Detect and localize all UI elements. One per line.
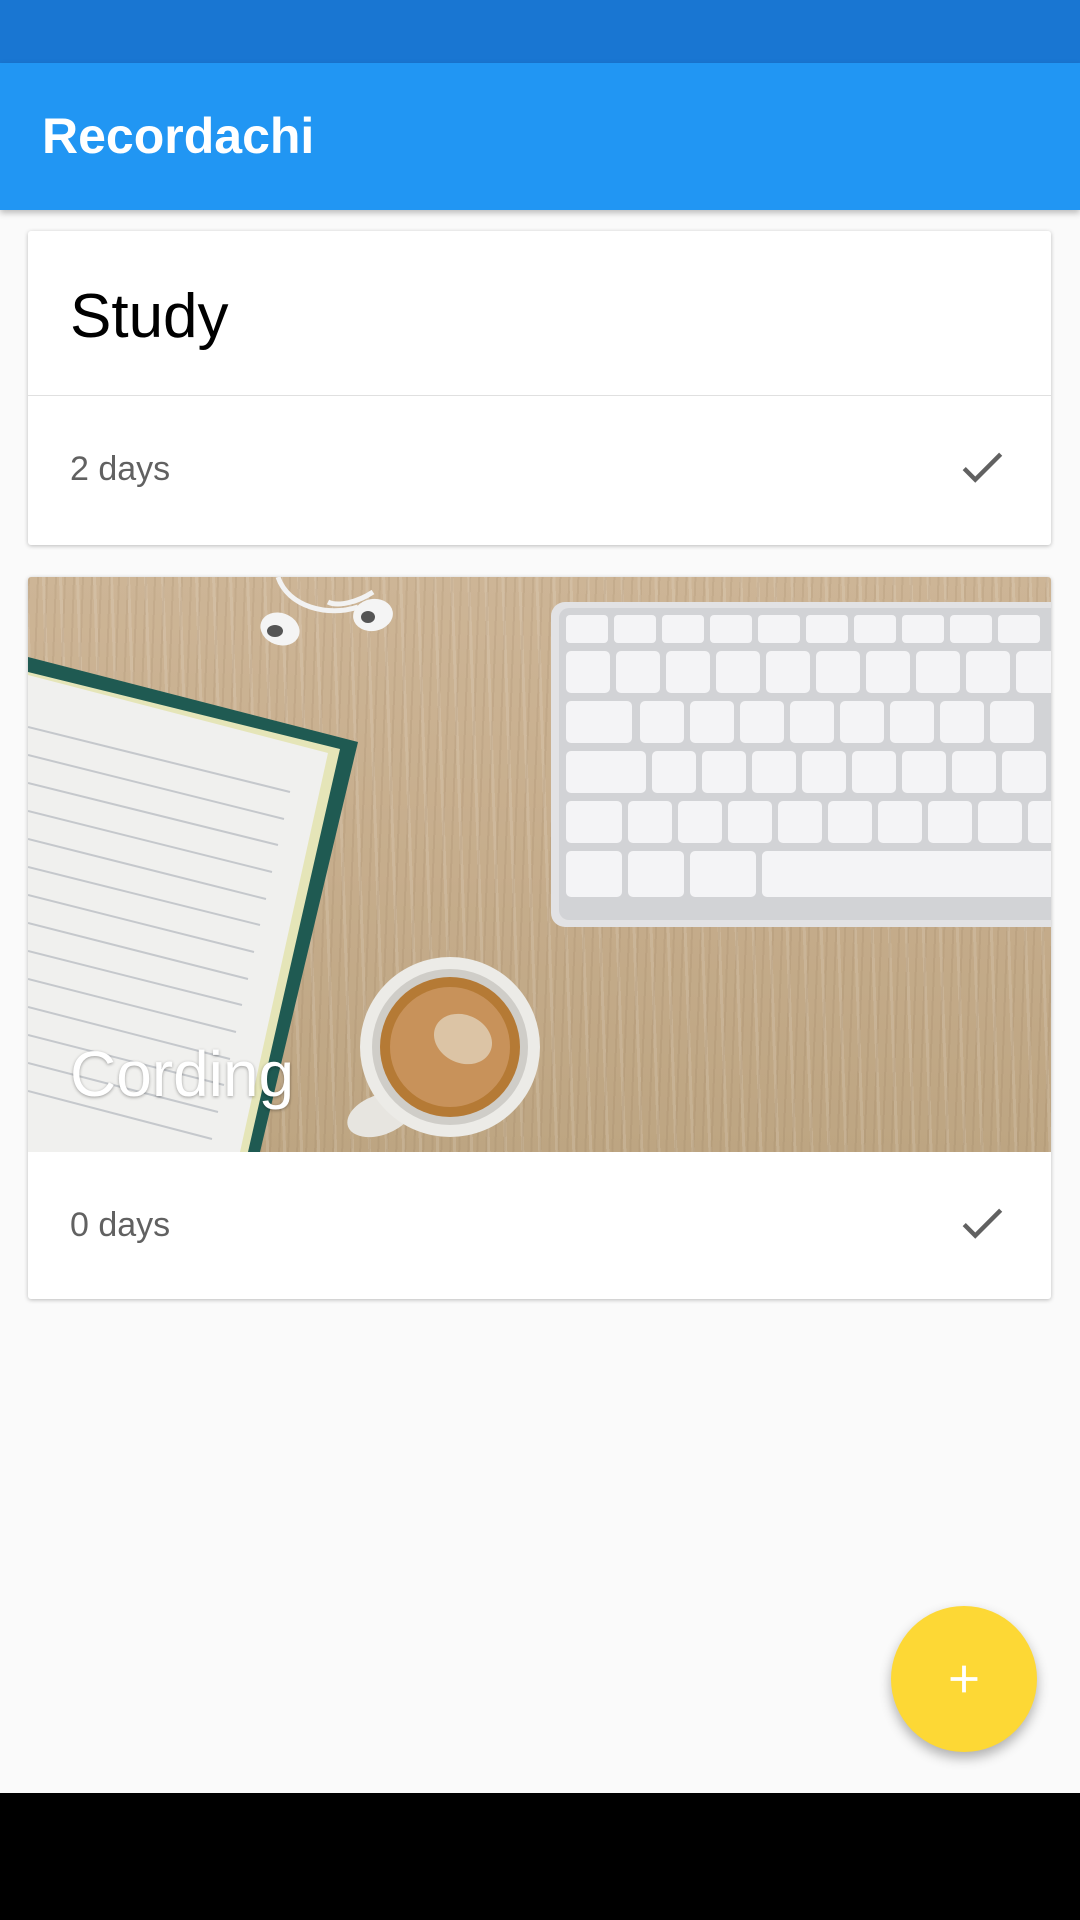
card-title: Study: [70, 282, 229, 351]
app-title: Recordachi: [42, 108, 315, 164]
add-habit-button[interactable]: [891, 1606, 1037, 1752]
habit-card-study[interactable]: Study 2 days: [28, 231, 1051, 545]
coffee-cup-illustration: [347, 957, 540, 1138]
status-bar: [0, 0, 1080, 63]
plus-icon: [950, 1665, 978, 1693]
habit-card-cording[interactable]: Cording 0 days: [28, 577, 1051, 1299]
card-footer: 0 days: [28, 1152, 1051, 1299]
check-icon[interactable]: [955, 1196, 1009, 1250]
days-count: 0 days: [70, 1206, 171, 1244]
check-icon[interactable]: [955, 440, 1009, 494]
keyboard-illustration: [551, 602, 1051, 927]
card-header: Study: [28, 231, 1051, 396]
card-footer: 2 days: [28, 396, 1051, 544]
earphones-illustration: [260, 577, 393, 646]
card-title: Cording: [70, 1038, 295, 1110]
app-bar: Recordachi: [0, 63, 1080, 210]
navigation-bar: [0, 1793, 1080, 1920]
days-count: 2 days: [70, 450, 171, 488]
card-cover-image: Cording: [28, 577, 1051, 1152]
